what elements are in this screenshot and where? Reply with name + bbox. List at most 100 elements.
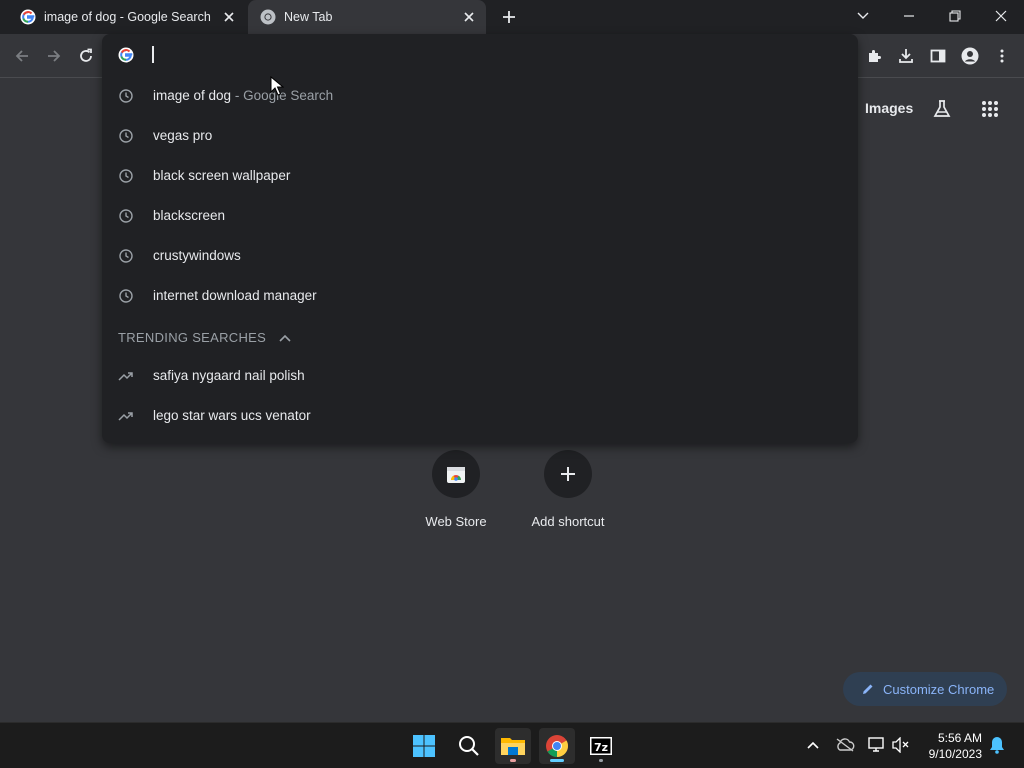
clock-time: 5:56 AM <box>937 731 982 745</box>
history-clock-icon <box>118 88 134 104</box>
7zip-icon: 7z <box>590 737 612 755</box>
windows-taskbar: 7z 5:56 AM 9/10/2023 <box>0 722 1024 768</box>
trending-text: lego star wars ucs venator <box>153 408 311 423</box>
close-window-button[interactable] <box>987 4 1015 28</box>
tab-new-tab[interactable]: New Tab <box>248 0 486 34</box>
suggestion-item[interactable]: black screen wallpaper <box>102 156 858 196</box>
chevron-down-icon <box>857 12 869 19</box>
reload-button[interactable] <box>74 44 98 68</box>
trending-text: safiya nygaard nail polish <box>153 368 305 383</box>
suggestion-item[interactable]: blackscreen <box>102 196 858 236</box>
suggestion-text: vegas pro <box>153 128 213 143</box>
chrome-menu-button[interactable] <box>990 44 1014 68</box>
active-indicator <box>550 759 564 762</box>
customize-label: Customize Chrome <box>883 681 995 697</box>
mouse-cursor-icon <box>270 76 284 96</box>
minimize-button[interactable] <box>895 4 923 28</box>
suggestion-text: image of dog <box>153 88 232 103</box>
customize-chrome-button[interactable]: Customize Chrome <box>843 672 1007 706</box>
volume-muted-icon <box>892 737 909 753</box>
bell-icon <box>990 737 1004 754</box>
suggestion-item[interactable]: vegas pro <box>102 116 858 156</box>
trending-header[interactable]: TRENDING SEARCHES <box>118 330 292 345</box>
shortcut-tile <box>432 450 480 498</box>
chrome-taskbar-button[interactable] <box>539 728 575 764</box>
system-clock[interactable]: 5:56 AM 9/10/2023 <box>918 730 982 762</box>
kebab-menu-icon <box>1000 49 1004 63</box>
history-clock-icon <box>118 208 134 224</box>
trending-item[interactable]: safiya nygaard nail polish <box>102 356 858 396</box>
tab-google-search[interactable]: image of dog - Google Search <box>8 0 246 34</box>
file-explorer-icon <box>501 738 525 755</box>
close-icon <box>995 10 1007 22</box>
close-tab-icon[interactable] <box>460 8 478 26</box>
chevron-up-icon[interactable] <box>278 331 292 345</box>
profile-button[interactable] <box>958 44 982 68</box>
side-panel-icon <box>930 49 946 63</box>
extensions-button[interactable] <box>862 44 886 68</box>
restore-button[interactable] <box>941 4 969 28</box>
running-indicator <box>599 759 603 762</box>
7zip-button[interactable]: 7z <box>583 728 619 764</box>
chevron-up-icon <box>807 741 819 749</box>
history-clock-icon <box>118 248 134 264</box>
svg-text:7z: 7z <box>594 741 608 754</box>
apps-grid-icon[interactable] <box>978 97 1002 121</box>
history-clock-icon <box>118 168 134 184</box>
tab-title: New Tab <box>284 10 333 24</box>
trending-item[interactable]: lego star wars ucs venator <box>102 396 858 436</box>
forward-arrow-icon <box>48 50 61 62</box>
web-store-icon <box>447 467 465 483</box>
side-panel-button[interactable] <box>926 44 950 68</box>
profile-icon <box>961 47 979 65</box>
history-clock-icon <box>118 288 134 304</box>
taskbar-search-button[interactable] <box>451 728 487 764</box>
forward-button[interactable] <box>42 44 66 68</box>
chrome-icon <box>260 9 276 25</box>
tab-search-button[interactable] <box>849 4 877 28</box>
back-button[interactable] <box>10 44 34 68</box>
close-tab-icon[interactable] <box>220 8 238 26</box>
start-button[interactable] <box>406 728 442 764</box>
windows-start-icon <box>413 735 435 757</box>
network-tray-icon[interactable] <box>866 734 888 756</box>
volume-tray-icon[interactable] <box>890 734 912 756</box>
images-link[interactable]: Images <box>865 100 913 116</box>
running-indicator <box>510 759 516 762</box>
text-caret <box>152 46 154 63</box>
shortcut-add[interactable]: Add shortcut <box>513 450 623 529</box>
tab-strip: image of dog - Google Search New Tab <box>0 0 1024 34</box>
suggestion-text: blackscreen <box>153 208 226 223</box>
chrome-icon <box>546 735 568 757</box>
tab-title: image of dog - Google Search <box>44 10 211 24</box>
minimize-icon <box>904 15 914 17</box>
search-icon <box>459 736 479 756</box>
plus-icon <box>503 11 515 23</box>
labs-flask-icon[interactable] <box>930 97 954 121</box>
history-clock-icon <box>118 128 134 144</box>
suggestion-item[interactable]: crustywindows <box>102 236 858 276</box>
restore-icon <box>949 10 961 22</box>
google-g-icon <box>20 9 36 25</box>
trending-arrow-icon <box>118 368 134 384</box>
suggestion-text: internet download manager <box>153 288 317 303</box>
onedrive-tray-icon[interactable] <box>834 734 856 756</box>
new-tab-button[interactable] <box>498 6 520 28</box>
shortcut-web-store[interactable]: Web Store <box>401 450 511 529</box>
puzzle-icon <box>869 50 881 62</box>
downloads-button[interactable] <box>894 44 918 68</box>
omnibox[interactable] <box>102 34 858 76</box>
notifications-button[interactable] <box>986 734 1008 756</box>
shortcut-label: Web Store <box>425 514 487 529</box>
suggestion-text: crustywindows <box>153 248 241 263</box>
network-icon <box>868 737 884 752</box>
suggestion-item[interactable]: internet download manager <box>102 276 858 316</box>
back-arrow-icon <box>15 50 28 62</box>
download-icon <box>899 49 913 63</box>
clock-date: 9/10/2023 <box>928 747 982 761</box>
suggestion-item[interactable]: image of dog - Google Search <box>102 76 858 116</box>
trending-arrow-icon <box>118 408 134 424</box>
file-explorer-button[interactable] <box>495 728 531 764</box>
show-hidden-icons-button[interactable] <box>802 734 824 756</box>
plus-icon <box>561 467 575 481</box>
